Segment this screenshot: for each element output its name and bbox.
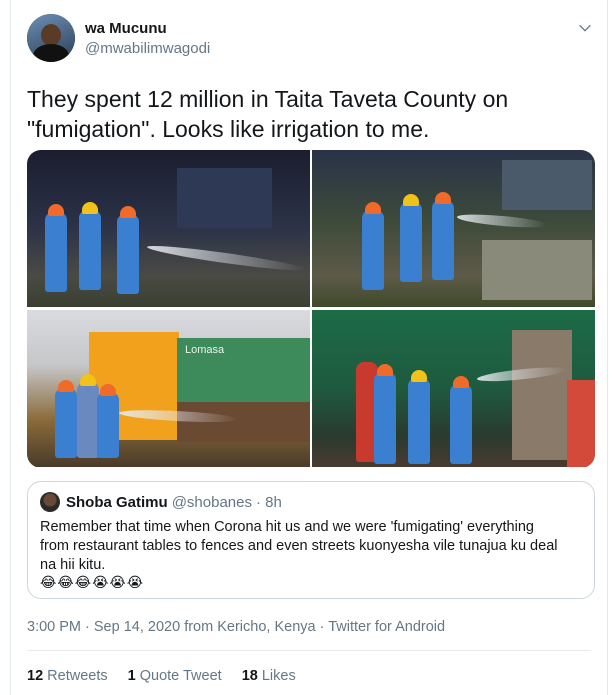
quote-tweets-stat[interactable]: 1 Quote Tweet [128,668,222,684]
tweet-source[interactable]: Twitter for Android [328,619,445,635]
photo-3[interactable]: Lomasa [27,310,310,467]
quoted-tweet-header: Shoba Gatimu @shobanes · 8h [40,492,282,512]
author-names: wa Mucunu @mwabilimwagodi [85,20,210,57]
quoted-author-handle: @shobanes [171,493,252,511]
author-name[interactable]: wa Mucunu [85,20,210,37]
quoted-tweet-time: · 8h [255,493,282,511]
photo-1[interactable] [27,150,310,307]
tweet-timestamp[interactable]: 3:00 PM · Sep 14, 2020 [27,619,180,635]
from-label: from [180,619,218,635]
building-sign: Lomasa [185,344,225,356]
meta-separator: · [315,619,329,635]
quoted-tweet-emojis: 😂😂😂😭😭😭 [40,574,145,590]
author-handle[interactable]: @mwabilimwagodi [85,40,210,57]
quoted-text-line: na hii kitu. [40,557,106,573]
tweet-card: wa Mucunu @mwabilimwagodi They spent 12 … [10,0,608,695]
quoted-author-name: Shoba Gatimu [66,493,168,511]
quoted-text-line: Remember that time when Corona hit us an… [40,519,534,535]
tweet-text: They spent 12 million in Taita Taveta Co… [27,84,587,144]
quoted-tweet-text: Remember that time when Corona hit us an… [40,518,580,575]
photo-4[interactable] [312,310,595,467]
author-avatar[interactable] [27,14,75,62]
quoted-tweet[interactable]: Shoba Gatimu @shobanes · 8h Remember tha… [27,481,595,599]
media-grid: Lomasa [27,150,595,468]
tweet-meta: 3:00 PM · Sep 14, 2020 from Kericho, Ken… [27,619,445,635]
tweet-header: wa Mucunu @mwabilimwagodi [27,14,210,62]
tweet-text-line: "fumigation". Looks like irrigation to m… [27,116,430,142]
chevron-down-icon[interactable] [577,20,593,36]
likes-stat[interactable]: 18 Likes [242,668,296,684]
quoted-text-line: from restaurant tables to fences and eve… [40,538,558,554]
divider [27,650,591,651]
quoted-author-avatar [40,492,60,512]
tweet-text-line: They spent 12 million in Taita Taveta Co… [27,86,509,112]
tweet-location[interactable]: Kericho, Kenya [217,619,315,635]
tweet-stats: 12 Retweets 1 Quote Tweet 18 Likes [27,668,296,684]
retweets-stat[interactable]: 12 Retweets [27,668,108,684]
photo-2[interactable] [312,150,595,307]
